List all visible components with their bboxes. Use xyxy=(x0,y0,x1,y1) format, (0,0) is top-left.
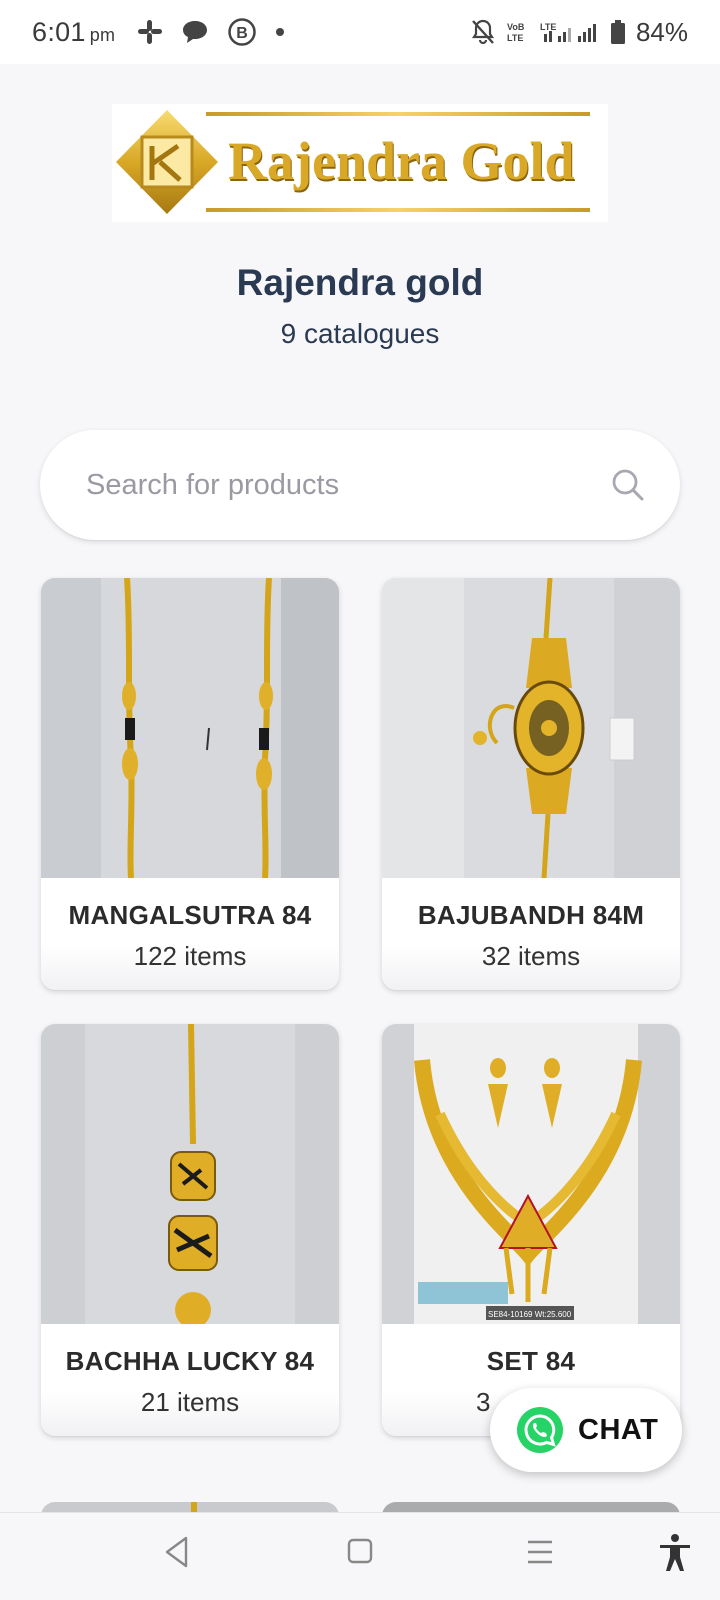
catalogue-image xyxy=(41,578,339,878)
catalogue-caption: MANGALSUTRA 84 122 items xyxy=(41,878,339,990)
catalogue-card-mangalsutra[interactable]: MANGALSUTRA 84 122 items xyxy=(41,578,339,990)
chat-label: CHAT xyxy=(578,1413,659,1446)
catalogue-item-count: 21 items xyxy=(140,1387,240,1417)
status-time: 6:01 pm xyxy=(32,17,115,48)
dot-icon xyxy=(276,28,285,36)
svg-text:LTE: LTE xyxy=(507,33,523,43)
whatsapp-icon xyxy=(517,1407,563,1453)
slack-icon xyxy=(138,20,163,44)
back-icon[interactable] xyxy=(162,1535,190,1569)
bell-off-icon xyxy=(471,19,495,45)
app-screen: 6:01 pm B VoB LTE LTE 84% Rajendra Gold … xyxy=(0,0,720,1600)
system-nav-bar xyxy=(0,1512,720,1600)
catalogue-card-set[interactable]: SE84-10169 Wt:25.600 SET 84 3 xyxy=(382,1024,680,1436)
system-icons: VoB LTE LTE 84% xyxy=(470,17,688,48)
home-icon[interactable] xyxy=(346,1537,374,1565)
accessibility-icon[interactable] xyxy=(658,1533,692,1573)
catalogue-name: MANGALSUTRA 84 xyxy=(68,900,312,930)
recents-icon[interactable] xyxy=(526,1539,554,1565)
chat-bubble-icon xyxy=(183,21,208,43)
catalogue-caption: BACHHA LUCKY 84 21 items xyxy=(41,1324,339,1436)
svg-text:LTE: LTE xyxy=(540,22,556,32)
status-bar: 6:01 pm B VoB LTE LTE 84% xyxy=(0,0,720,64)
battery-icon xyxy=(610,20,625,44)
catalogue-item-count: 32 items xyxy=(481,941,581,971)
battery-level: 84% xyxy=(635,16,688,47)
catalogue-name: BAJUBANDH 84M xyxy=(417,900,645,930)
status-time-ampm: pm xyxy=(89,24,116,45)
catalogue-image: SE84-10169 Wt:25.600 xyxy=(382,1024,680,1324)
catalogue-name: BACHHA LUCKY 84 xyxy=(65,1346,315,1376)
store-logo: Rajendra Gold xyxy=(112,104,608,222)
signal-icon: LTE xyxy=(540,22,596,42)
svg-text:VoB: VoB xyxy=(507,22,525,32)
volte-icon: VoB LTE xyxy=(507,22,525,43)
catalogue-card-bajubandh[interactable]: BAJUBANDH 84M 32 items xyxy=(382,578,680,990)
catalogue-item-count: 122 items xyxy=(133,941,247,971)
catalogue-count: 9 catalogues xyxy=(280,318,440,349)
catalogue-image xyxy=(41,1024,339,1324)
catalogue-name: SET 84 xyxy=(486,1346,576,1376)
svg-text:B: B xyxy=(237,25,249,42)
store-name: Rajendra gold xyxy=(236,262,484,303)
product-tag: SE84-10169 Wt:25.600 xyxy=(488,1310,572,1319)
logo-text: Rajendra Gold xyxy=(228,131,575,191)
notification-icons: B xyxy=(137,17,285,47)
catalogue-image xyxy=(382,578,680,878)
catalogue-card-bachha-lucky[interactable]: BACHHA LUCKY 84 21 items xyxy=(41,1024,339,1436)
search-bar[interactable] xyxy=(40,430,680,540)
b-circle-icon: B xyxy=(228,18,257,46)
search-icon[interactable] xyxy=(610,467,646,503)
search-input[interactable] xyxy=(86,468,610,502)
status-time-value: 6:01 xyxy=(32,16,86,47)
catalogue-caption: BAJUBANDH 84M 32 items xyxy=(382,878,680,990)
whatsapp-chat-button[interactable]: CHAT xyxy=(490,1388,682,1472)
